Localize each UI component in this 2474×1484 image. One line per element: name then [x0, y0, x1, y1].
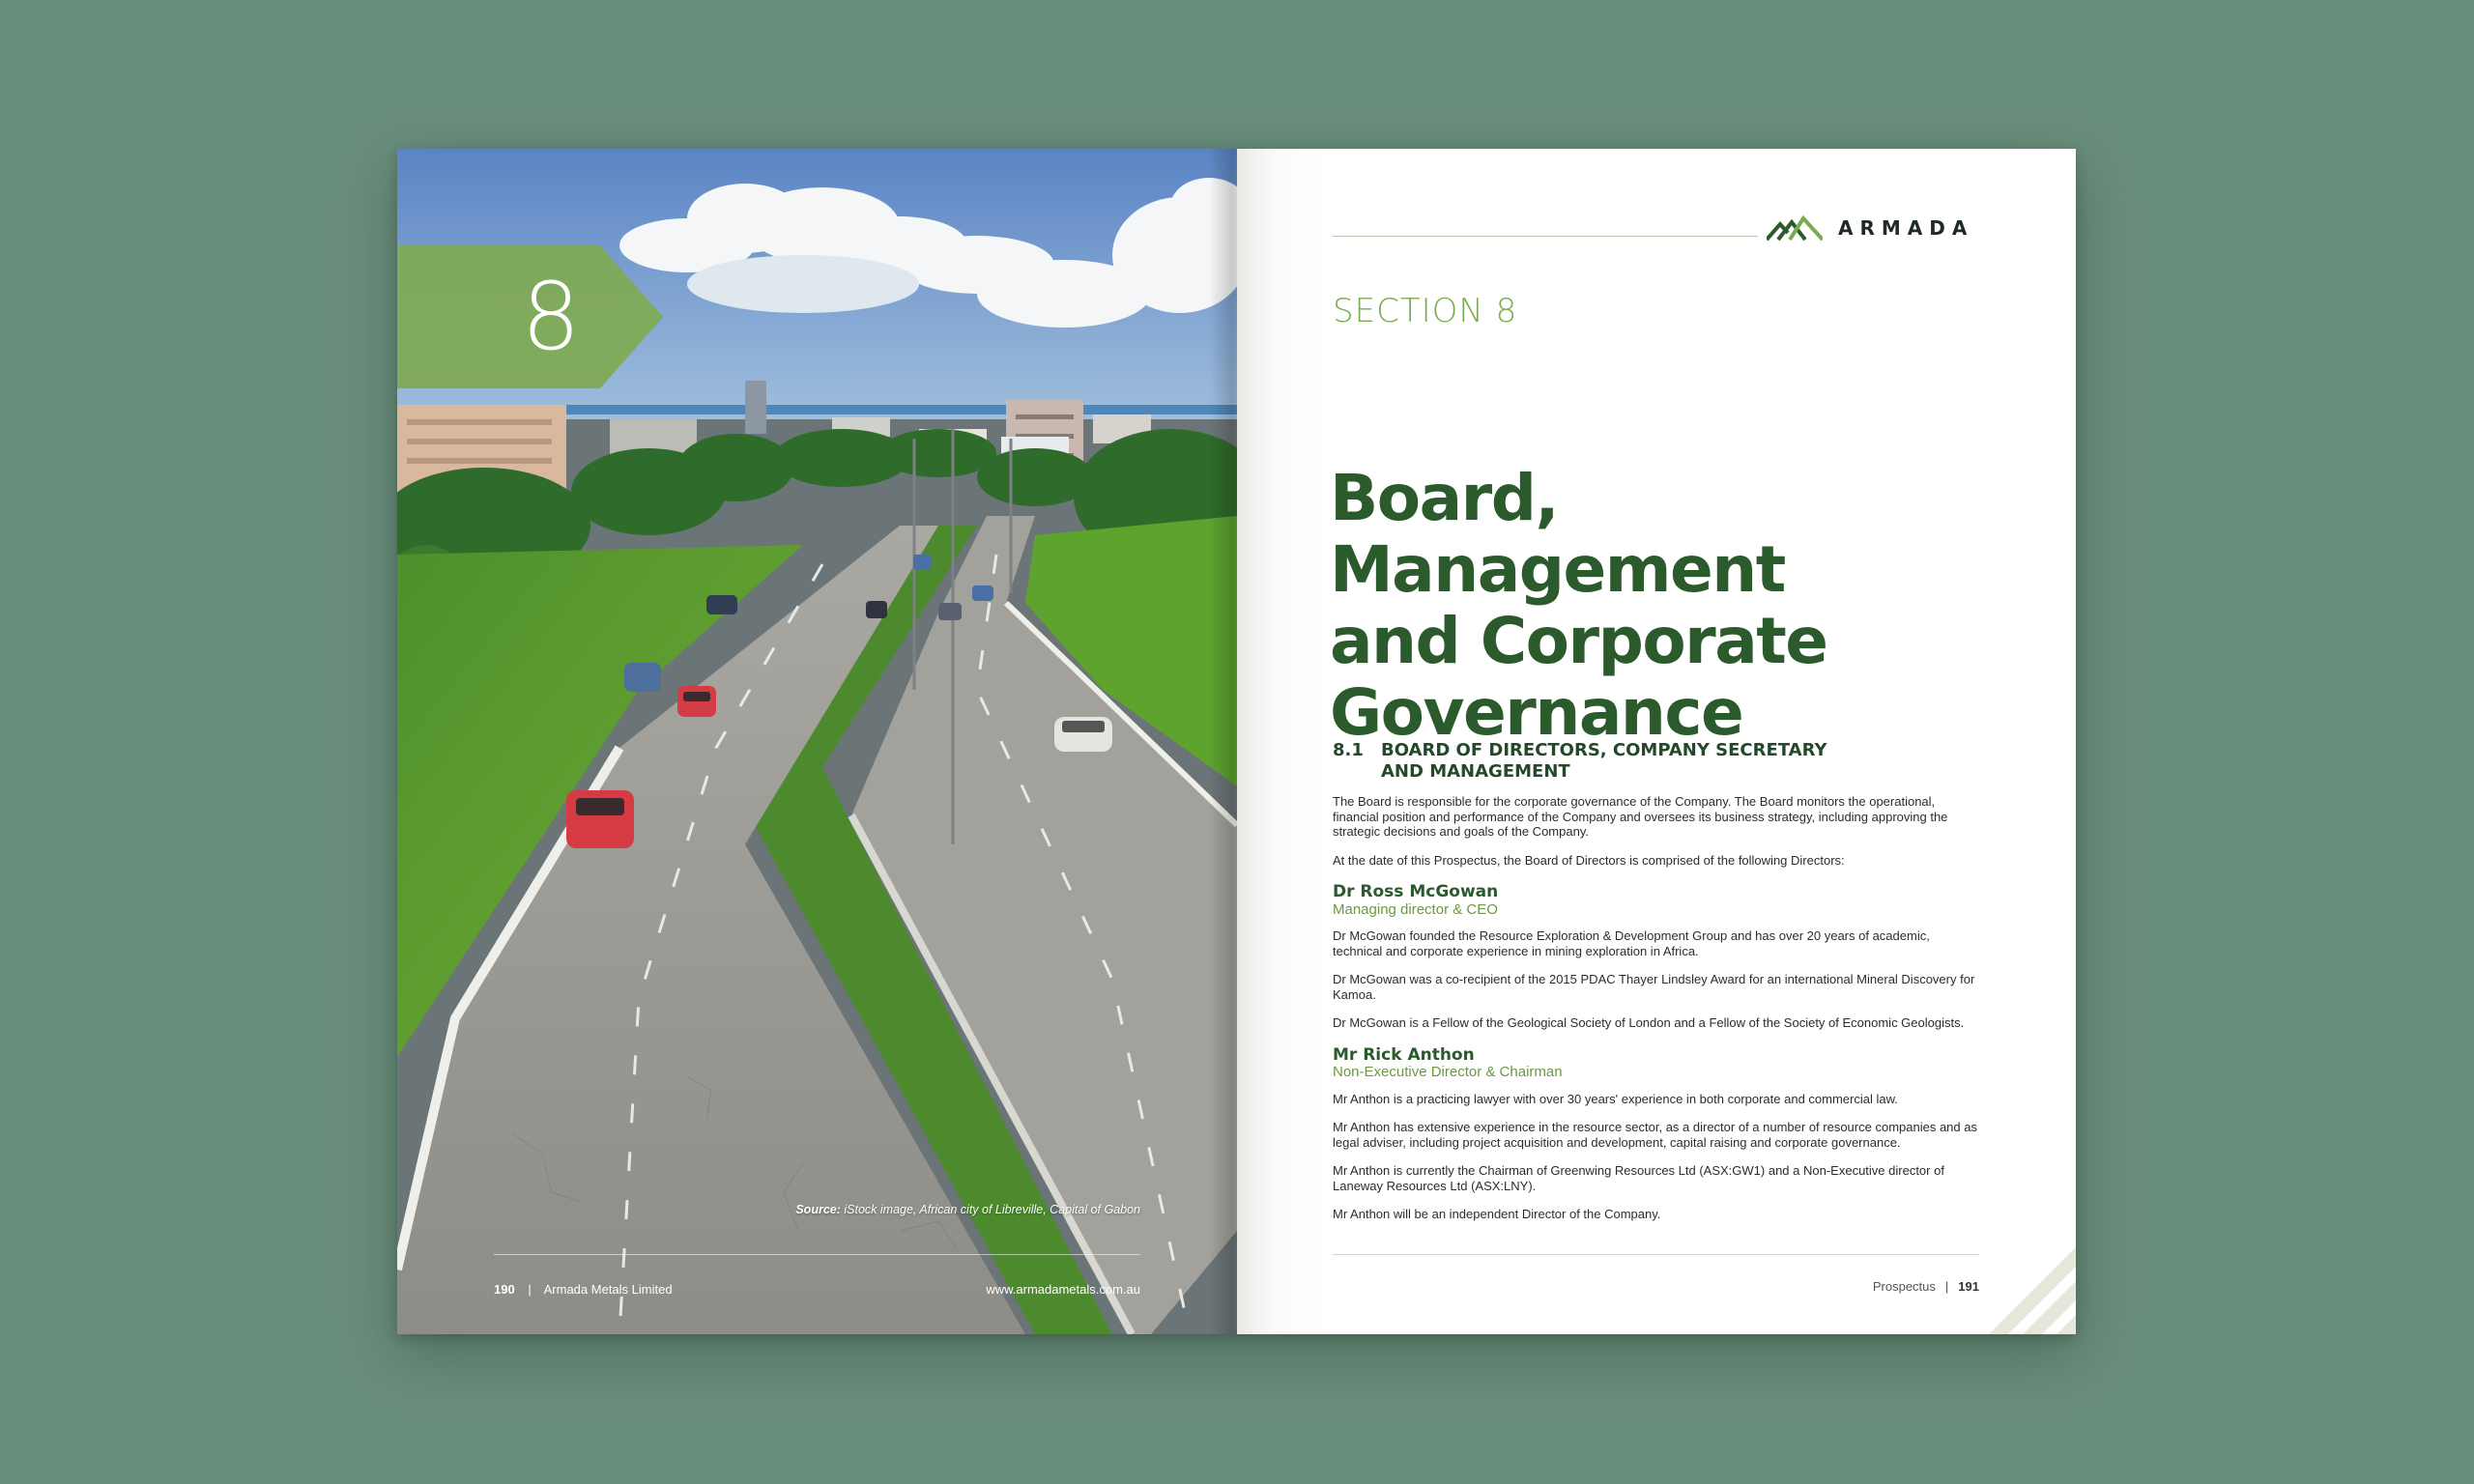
director-name: Dr Ross McGowan: [1333, 882, 1499, 901]
brochure-spread: 8 Source: iStock image, African city of …: [397, 149, 2076, 1334]
left-footer: 190 | Armada Metals Limited www.armadame…: [494, 1279, 1140, 1298]
left-footer-rule: [494, 1254, 1140, 1255]
director-role: Non-Executive Director & Chairman: [1333, 1064, 1563, 1080]
photo-caption: Source: iStock image, African city of Li…: [792, 1202, 1140, 1217]
title-line: Governance: [1330, 675, 1744, 750]
section-label: SECTION 8: [1333, 292, 1518, 330]
header-rule: [1333, 236, 1758, 237]
caption-source-label: Source:: [795, 1203, 841, 1216]
subsection-title: BOARD OF DIRECTORS, COMPANY SECRETARY AN…: [1381, 740, 1827, 783]
right-footer-separator: |: [1944, 1279, 1949, 1294]
left-page: 8 Source: iStock image, African city of …: [397, 149, 1237, 1334]
title-line: and Corporate: [1330, 604, 1828, 678]
subsection-number: 8.1: [1333, 740, 1364, 760]
director-bio-paragraph: Dr McGowan was a co-recipient of the 201…: [1333, 972, 1975, 1002]
subsection-title-line: BOARD OF DIRECTORS, COMPANY SECRETARY: [1381, 740, 1827, 760]
director-bio-paragraph: Mr Anthon is a practicing lawyer with ov…: [1333, 1091, 1898, 1106]
director-bio-paragraph: Mr Anthon is currently the Chairman of G…: [1333, 1163, 1944, 1193]
page-title: Board, Management and Corporate Governan…: [1330, 463, 2026, 749]
right-footer-rule: [1333, 1254, 1979, 1255]
director-name: Mr Rick Anthon: [1333, 1044, 1475, 1065]
armada-logo: ARMADA: [1767, 209, 1973, 247]
director-bio-paragraph: Mr Anthon has extensive experience in th…: [1333, 1120, 1977, 1150]
armada-logo-icon: [1767, 214, 1823, 242]
right-page: ARMADA SECTION 8 Board, Management and C…: [1237, 149, 2076, 1334]
website-link[interactable]: www.armadametals.com.au: [986, 1282, 1140, 1297]
section-number: 8: [521, 263, 583, 371]
subsection-heading: 8.1 BOARD OF DIRECTORS, COMPANY SECRETAR…: [1333, 740, 1932, 783]
director-bio-paragraph: Dr McGowan founded the Resource Explorat…: [1333, 928, 1930, 958]
caption-source-text: iStock image, African city of Libreville…: [844, 1203, 1140, 1216]
spine-shadow: [1209, 149, 1237, 1334]
left-footer-separator: |: [528, 1281, 532, 1297]
footer-label: Prospectus: [1872, 1279, 1936, 1294]
body-text: The Board is responsible for the corpora…: [1333, 794, 1982, 1236]
intro-paragraph: The Board is responsible for the corpora…: [1333, 794, 1948, 839]
left-page-number: 190: [494, 1281, 515, 1297]
director-bio-paragraph: Dr McGowan is a Fellow of the Geological…: [1333, 1015, 1965, 1030]
company-name: Armada Metals Limited: [543, 1281, 673, 1297]
director-role: Managing director & CEO: [1333, 900, 1498, 918]
corner-stripes-decoration: [1989, 1247, 2076, 1334]
director-bio-paragraph: Mr Anthon will be an independent Directo…: [1333, 1207, 1661, 1221]
intro-paragraph: At the date of this Prospectus, the Boar…: [1333, 852, 1845, 868]
brand-name: ARMADA: [1838, 216, 1974, 240]
title-line: Board, Management: [1330, 461, 1786, 607]
subsection-title-line: AND MANAGEMENT: [1381, 761, 1570, 782]
left-footer-info: 190 | Armada Metals Limited: [494, 1282, 673, 1297]
